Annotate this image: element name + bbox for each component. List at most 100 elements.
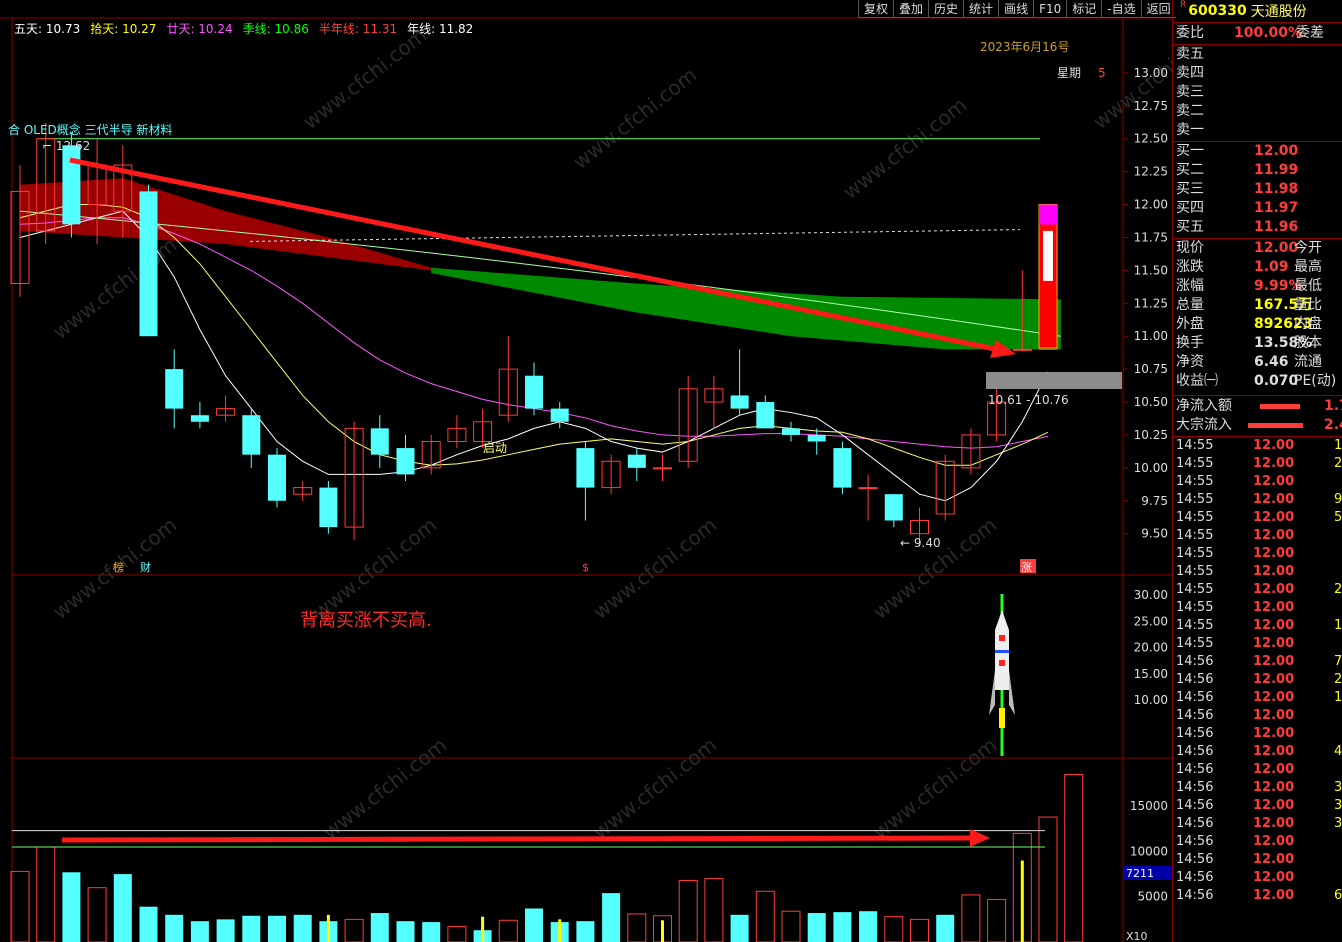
tick-row: 14:56 12.00 4 — [1176, 743, 1342, 761]
tick-price: 12.00 — [1253, 438, 1295, 453]
price-tick-label: 11.50 — [1134, 263, 1168, 277]
toolbar-stats-button[interactable]: 统计 — [963, 0, 999, 18]
tick-time: 14:56 — [1176, 816, 1214, 831]
tick-price: 12.00 — [1253, 744, 1295, 759]
volume-tick-label: 5000 — [1137, 890, 1168, 904]
tick-price: 12.00 — [1253, 798, 1295, 813]
tick-row: 14:56 12.00 — [1176, 725, 1294, 743]
tick-time: 14:56 — [1176, 654, 1214, 669]
tick-row: 14:55 12.00 — [1176, 563, 1294, 581]
volume-bar — [755, 890, 775, 942]
toolbar-draw-button[interactable]: 画线 — [998, 0, 1034, 18]
tick-time: 14:55 — [1176, 546, 1214, 561]
rocket-window-icon — [999, 660, 1005, 666]
volume-yellow-marker — [481, 916, 485, 942]
stat-right-label: 内盘 — [1294, 316, 1322, 332]
tick-row: 14:56 12.00 3 — [1176, 797, 1342, 815]
stock-code: 600330 — [1188, 3, 1247, 19]
price-tick-label: 11.75 — [1134, 230, 1168, 244]
tick-volume: 6 — [1334, 888, 1342, 903]
watermark-text: www.cfchi.com — [568, 63, 701, 174]
tick-time: 14:55 — [1176, 492, 1214, 507]
low-price-label: ← 9.40 — [900, 536, 941, 550]
tick-price: 12.00 — [1253, 456, 1295, 471]
price-tick-label: 10.75 — [1134, 362, 1168, 376]
tick-row: 14:55 12.00 5 — [1176, 509, 1342, 527]
bid-label: 买二 — [1176, 162, 1204, 178]
tick-row: 14:55 12.00 2 — [1176, 455, 1342, 473]
candle-body — [756, 402, 775, 429]
marker-zhang: 涨 — [1021, 561, 1032, 574]
candle-body — [190, 415, 209, 422]
volume-bar — [987, 898, 1007, 942]
concept-tags: 合 OLED概念 三代半导 新材料 — [8, 122, 172, 137]
tick-time: 14:56 — [1176, 834, 1214, 849]
toolbar-overlay-button[interactable]: 叠加 — [893, 0, 929, 18]
marker-bang: 榜 — [113, 560, 124, 574]
tick-row: 14:55 12.00 — [1176, 473, 1294, 491]
bid-price: 11.98 — [1254, 181, 1299, 197]
bid-row: 买三 11.98 — [1176, 180, 1298, 199]
watermark-text: www.cfchi.com — [588, 733, 721, 844]
candle-body — [807, 434, 826, 442]
stat-right-label: 今开 — [1294, 240, 1322, 256]
gap-zone-box — [986, 372, 1122, 389]
candle-body — [782, 428, 800, 435]
ask-row: 卖二 — [1176, 102, 1204, 121]
tick-price: 12.00 — [1253, 474, 1295, 489]
toolbar-mark-button[interactable]: 标记 — [1066, 0, 1102, 18]
candle-body — [396, 448, 415, 475]
tick-time: 14:56 — [1176, 852, 1214, 867]
ask-row: 卖三 — [1176, 83, 1204, 102]
volume-bar — [242, 915, 261, 942]
stat-label: 现价 — [1176, 240, 1204, 256]
toolbar-back-button[interactable]: 返回 — [1140, 0, 1176, 18]
candle-body — [730, 395, 749, 409]
volume-bar — [422, 922, 441, 942]
volume-bar — [833, 912, 852, 942]
tick-time: 14:56 — [1176, 672, 1214, 687]
tick-volume: 11 — [1334, 618, 1342, 633]
ma120-label: 半年线: 11.31 — [318, 22, 398, 36]
quote-panel: R 600330 天通股份 委比 100.00% 委差 卖五 卖四 卖三 卖二 卖一 买一 12.… — [1172, 0, 1342, 942]
stat-row: 涨幅 9.99% 最低 — [1176, 277, 1322, 296]
start-signal-label: 启动 — [483, 441, 507, 455]
volume-bar — [10, 870, 30, 942]
volume-arrow-head — [970, 829, 990, 847]
volume-bar — [859, 911, 878, 942]
marker-dollar: $ — [582, 561, 589, 574]
tick-price: 12.00 — [1253, 636, 1295, 651]
bid-price: 12.00 — [1254, 143, 1299, 159]
tick-row: 14:56 12.00 7 — [1176, 653, 1342, 671]
tick-row: 14:56 12.00 — [1176, 833, 1294, 851]
tick-time: 14:56 — [1176, 690, 1214, 705]
volume-bar — [87, 887, 107, 942]
kline-chart[interactable]: www.cfchi.com www.cfchi.com www.cfchi.com w… — [0, 0, 1172, 942]
weekday-label: 星期 — [1057, 66, 1081, 80]
volume-bar — [293, 914, 312, 942]
tick-time: 14:56 — [1176, 762, 1214, 777]
stat-right-label: 最高 — [1294, 259, 1322, 275]
stat-value: 6.46 — [1254, 354, 1289, 370]
flow-row: 净流入额 1.7 — [1176, 397, 1342, 416]
bid-price: 11.96 — [1254, 219, 1299, 235]
bid-row: 买五 11.96 — [1176, 218, 1298, 237]
price-tick-label: 11.00 — [1134, 329, 1168, 343]
ma20-label: 廿天: 10.24 — [166, 22, 233, 36]
tick-time: 14:55 — [1176, 438, 1214, 453]
toolbar-fuquan-button[interactable]: 复权 — [858, 0, 894, 18]
stat-row: 外盘 892623 内盘 — [1176, 315, 1322, 334]
candle-body — [268, 454, 286, 501]
toolbar-watchlist-button[interactable]: -自选 — [1101, 0, 1141, 18]
toolbar-f10-button[interactable]: F10 — [1033, 0, 1067, 18]
weibi-row: 委比 100.00% 委差 — [1176, 24, 1324, 43]
tick-row: 14:56 12.00 — [1176, 707, 1294, 725]
volume-bar — [139, 906, 158, 942]
stat-value: 1.09 — [1254, 259, 1289, 275]
toolbar-history-button[interactable]: 历史 — [928, 0, 964, 18]
tick-volume: 5 — [1334, 510, 1342, 525]
volume-bar — [113, 874, 132, 942]
stat-label: 净资 — [1176, 354, 1204, 370]
watermark-text: www.cfchi.com — [868, 513, 1001, 624]
ask-row: 卖一 — [1176, 121, 1204, 140]
